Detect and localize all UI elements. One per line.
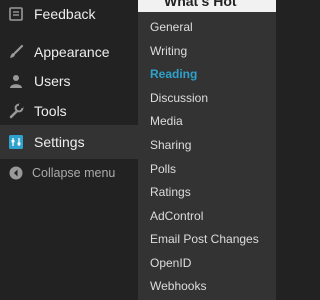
submenu-item-ratings[interactable]: Ratings <box>138 180 276 204</box>
current-indicator <box>131 135 138 149</box>
submenu-item-reading[interactable]: Reading <box>138 62 276 86</box>
sidebar-item-label: Settings <box>34 134 85 150</box>
submenu-item-webhooks[interactable]: Webhooks <box>138 274 276 298</box>
sidebar-item-label: Tools <box>34 103 67 119</box>
page-title: What's Hot <box>164 0 237 9</box>
submenu-item-sharing[interactable]: Sharing <box>138 133 276 157</box>
submenu-item-polls[interactable]: Polls <box>138 157 276 181</box>
admin-sidebar: Feedback Appearance Users Tools Settings… <box>0 0 138 300</box>
wrench-icon <box>8 103 24 119</box>
sidebar-item-label: Feedback <box>34 6 96 22</box>
submenu-item-discussion[interactable]: Discussion <box>138 86 276 110</box>
sidebar-item-users[interactable]: Users <box>0 64 138 98</box>
sidebar-item-feedback[interactable]: Feedback <box>0 0 138 31</box>
settings-icon <box>8 134 24 150</box>
submenu-item-adcontrol[interactable]: AdControl <box>138 204 276 228</box>
users-icon <box>8 73 24 89</box>
submenu-item-openid[interactable]: OpenID <box>138 251 276 275</box>
sidebar-item-tools[interactable]: Tools <box>0 94 138 128</box>
sidebar-item-label: Users <box>34 73 71 89</box>
sidebar-item-label: Appearance <box>34 44 110 60</box>
submenu-item-media[interactable]: Media <box>138 109 276 133</box>
paintbrush-icon <box>8 44 24 60</box>
submenu-item-general[interactable]: General <box>138 15 276 39</box>
admin-screen: What's Hot Feedback Appearance Users Too… <box>0 0 276 300</box>
settings-submenu: General Writing Reading Discussion Media… <box>138 12 276 300</box>
collapse-arrow-icon <box>9 166 23 180</box>
submenu-item-writing[interactable]: Writing <box>138 39 276 63</box>
collapse-menu-button[interactable]: Collapse menu <box>0 160 138 186</box>
sidebar-item-settings[interactable]: Settings <box>0 125 138 159</box>
feedback-icon <box>8 6 24 22</box>
submenu-item-email-post-changes[interactable]: Email Post Changes <box>138 227 276 251</box>
collapse-menu-label: Collapse menu <box>32 166 116 180</box>
